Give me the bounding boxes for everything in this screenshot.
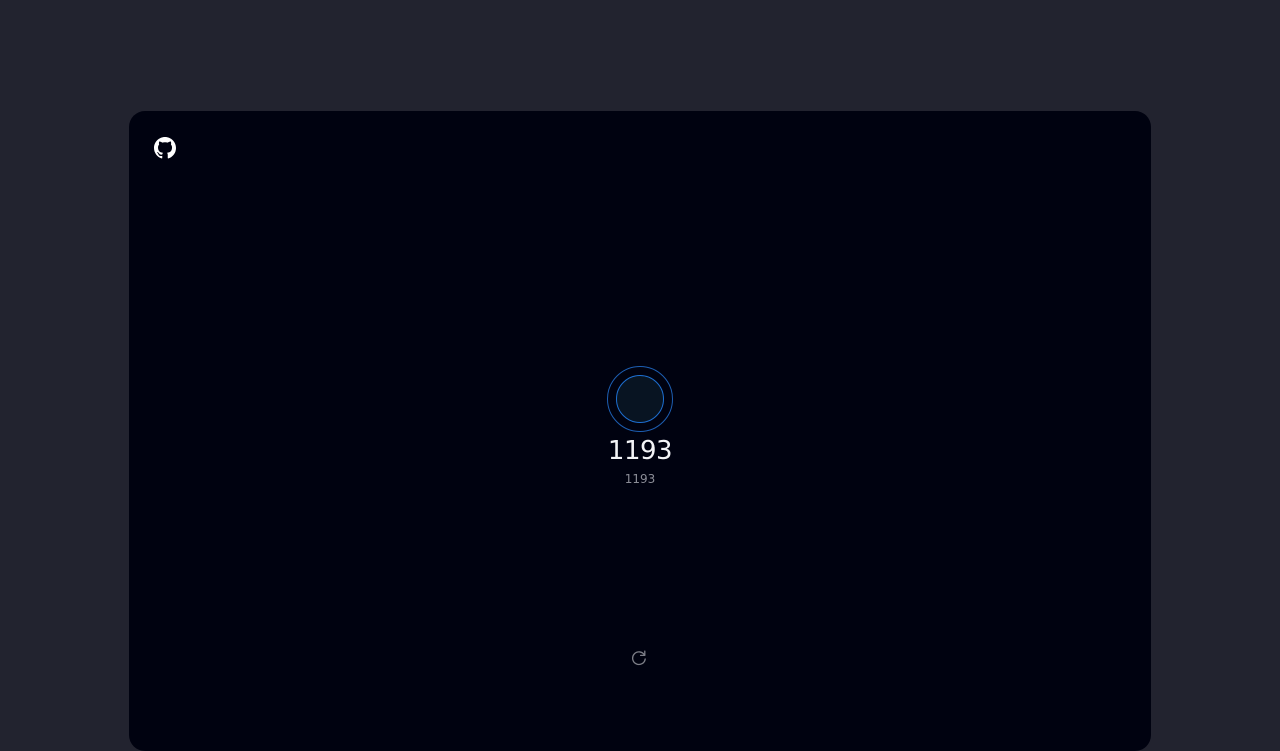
counter-value: 1193 bbox=[607, 436, 673, 466]
reset-button[interactable] bbox=[629, 648, 649, 668]
github-icon bbox=[154, 137, 176, 159]
refresh-icon bbox=[629, 648, 649, 668]
main-panel: 1193 1193 bbox=[129, 111, 1151, 751]
counter-button[interactable] bbox=[607, 366, 673, 432]
github-link[interactable] bbox=[154, 137, 176, 159]
counter-button-inner bbox=[616, 375, 664, 423]
counter-secondary-value: 1193 bbox=[624, 472, 656, 486]
